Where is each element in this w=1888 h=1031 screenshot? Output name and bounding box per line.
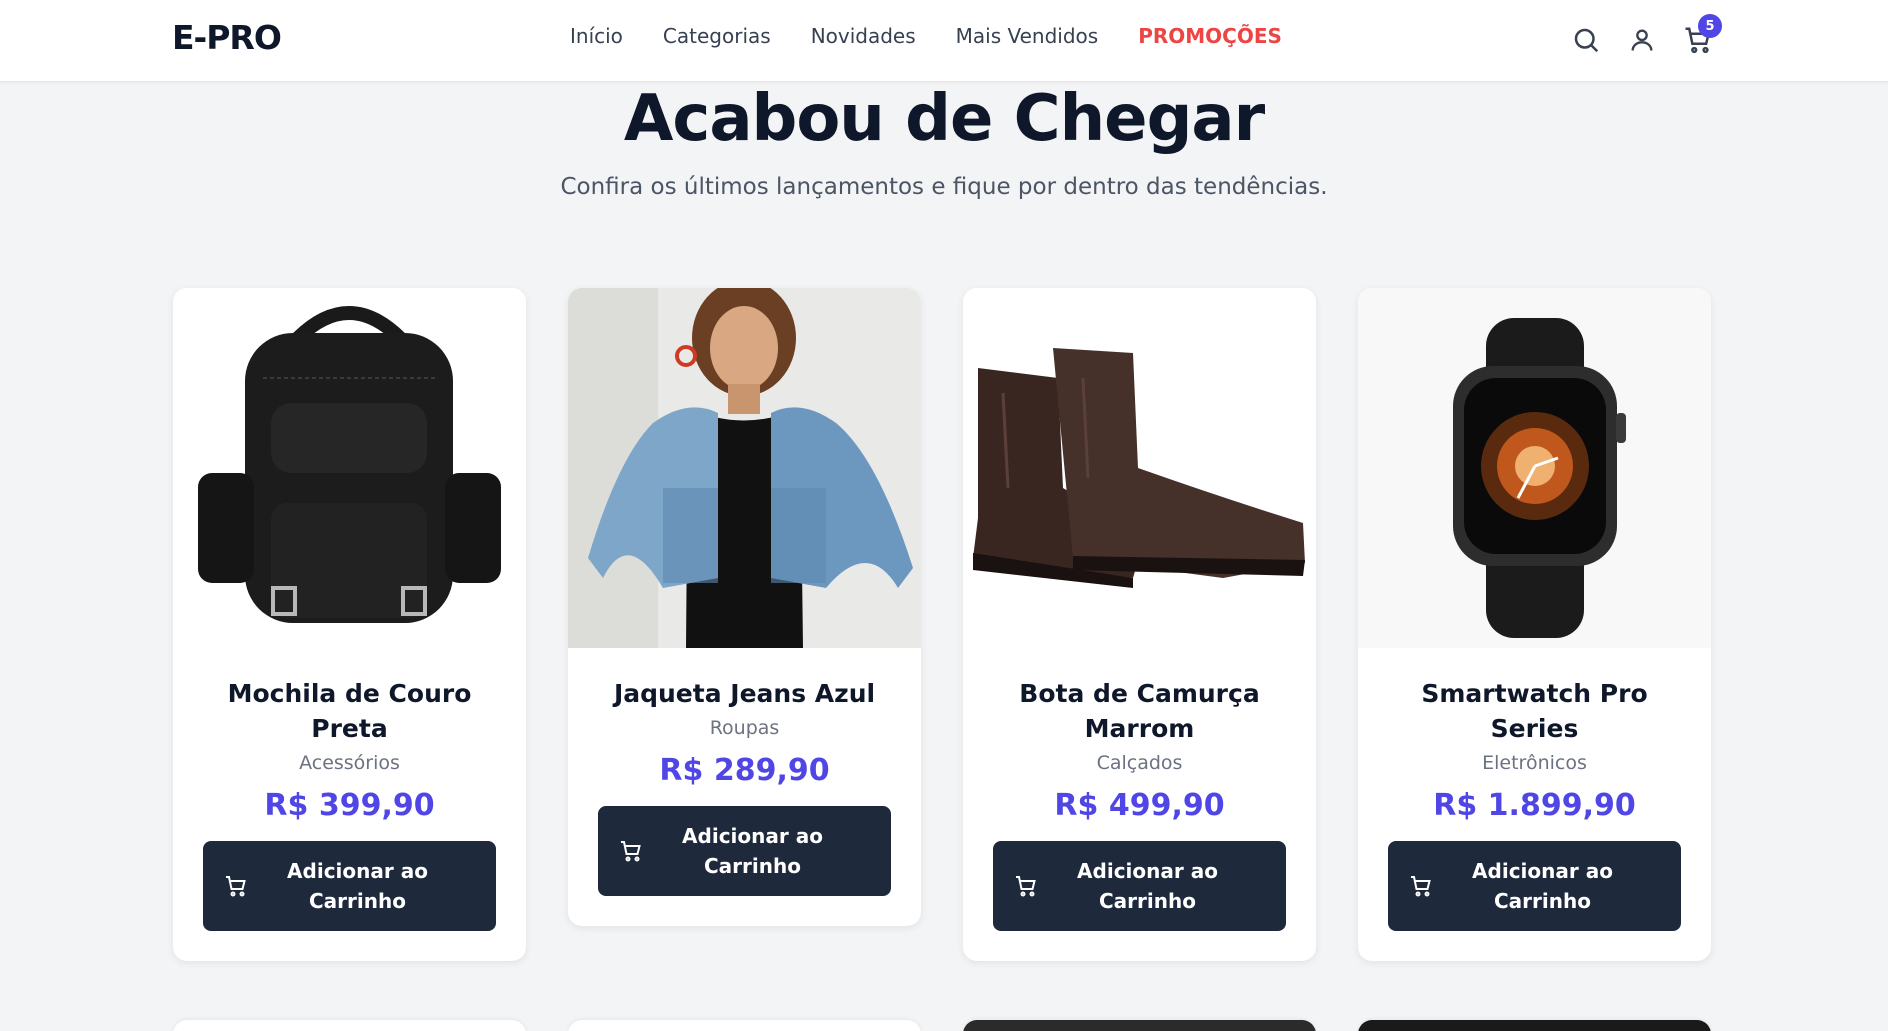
add-to-cart-label: Adicionar ao Carrinho: [1472, 859, 1613, 913]
product-name[interactable]: Smartwatch Pro Series: [1388, 676, 1681, 746]
top-navigation-bar: E-PRO Início Categorias Novidades Mais V…: [0, 0, 1888, 82]
product-price: R$ 289,90: [659, 753, 830, 788]
product-price: R$ 1.899,90: [1433, 788, 1636, 823]
nav-link-mais-vendidos[interactable]: Mais Vendidos: [956, 24, 1099, 48]
nav-link-novidades[interactable]: Novidades: [811, 24, 916, 48]
cart-icon: [1016, 876, 1036, 897]
product-image-smartwatch[interactable]: [1358, 288, 1711, 648]
nav-link-categorias[interactable]: Categorias: [663, 24, 771, 48]
add-to-cart-label: Adicionar ao Carrinho: [287, 859, 428, 913]
product-name[interactable]: Mochila de Couro Preta: [203, 676, 496, 746]
product-card: Bota de Camurça Marrom Calçados R$ 499,9…: [963, 288, 1316, 961]
search-icon: [1574, 28, 1599, 53]
nav-link-promocoes[interactable]: PROMOÇÕES: [1138, 24, 1282, 48]
user-icon: [1631, 29, 1653, 51]
product-category: Eletrônicos: [1482, 752, 1587, 774]
product-card: Jaqueta Jeans Azul Roupas R$ 289,90 Adic…: [568, 288, 921, 926]
product-image-denim-jacket[interactable]: [568, 288, 921, 648]
product-image-backpack[interactable]: [173, 288, 526, 648]
section-subtitle: Confira os últimos lançamentos e fique p…: [560, 174, 1328, 200]
section-title: Acabou de Chegar: [623, 82, 1265, 156]
product-category: Roupas: [709, 717, 780, 739]
site-logo[interactable]: E-PRO: [172, 18, 282, 57]
product-card-next-row: [173, 1020, 526, 1031]
add-to-cart-button[interactable]: Adicionar ao Carrinho: [203, 841, 496, 931]
product-image-boots[interactable]: [963, 288, 1316, 648]
add-to-cart-label: Adicionar ao Carrinho: [1077, 859, 1218, 913]
cart-count-badge: 5: [1698, 14, 1722, 38]
main-nav: Início Categorias Novidades Mais Vendido…: [570, 24, 1282, 48]
search-button[interactable]: [1570, 22, 1602, 58]
product-card-next-row: [1358, 1020, 1711, 1031]
nav-link-inicio[interactable]: Início: [570, 24, 623, 48]
product-card-next-row: [963, 1020, 1316, 1031]
add-to-cart-button[interactable]: Adicionar ao Carrinho: [598, 806, 891, 896]
product-card: Smartwatch Pro Series Eletrônicos R$ 1.8…: [1358, 288, 1711, 961]
product-card-next-row: [568, 1020, 921, 1031]
product-category: Calçados: [1096, 752, 1183, 774]
product-name[interactable]: Bota de Camurça Marrom: [993, 676, 1286, 746]
product-card: Mochila de Couro Preta Acessórios R$ 399…: [173, 288, 526, 961]
product-name[interactable]: Jaqueta Jeans Azul: [598, 676, 891, 711]
cart-icon: [226, 876, 246, 897]
product-price: R$ 499,90: [1054, 788, 1225, 823]
product-category: Acessórios: [299, 752, 400, 774]
add-to-cart-button[interactable]: Adicionar ao Carrinho: [993, 841, 1286, 931]
cart-icon: [621, 841, 641, 862]
product-price: R$ 399,90: [264, 788, 435, 823]
header-actions: 5: [1570, 14, 1722, 58]
cart-button[interactable]: 5: [1682, 14, 1722, 58]
add-to-cart-button[interactable]: Adicionar ao Carrinho: [1388, 841, 1681, 931]
account-button[interactable]: [1626, 22, 1658, 58]
cart-icon: [1411, 876, 1431, 897]
add-to-cart-label: Adicionar ao Carrinho: [682, 824, 823, 878]
